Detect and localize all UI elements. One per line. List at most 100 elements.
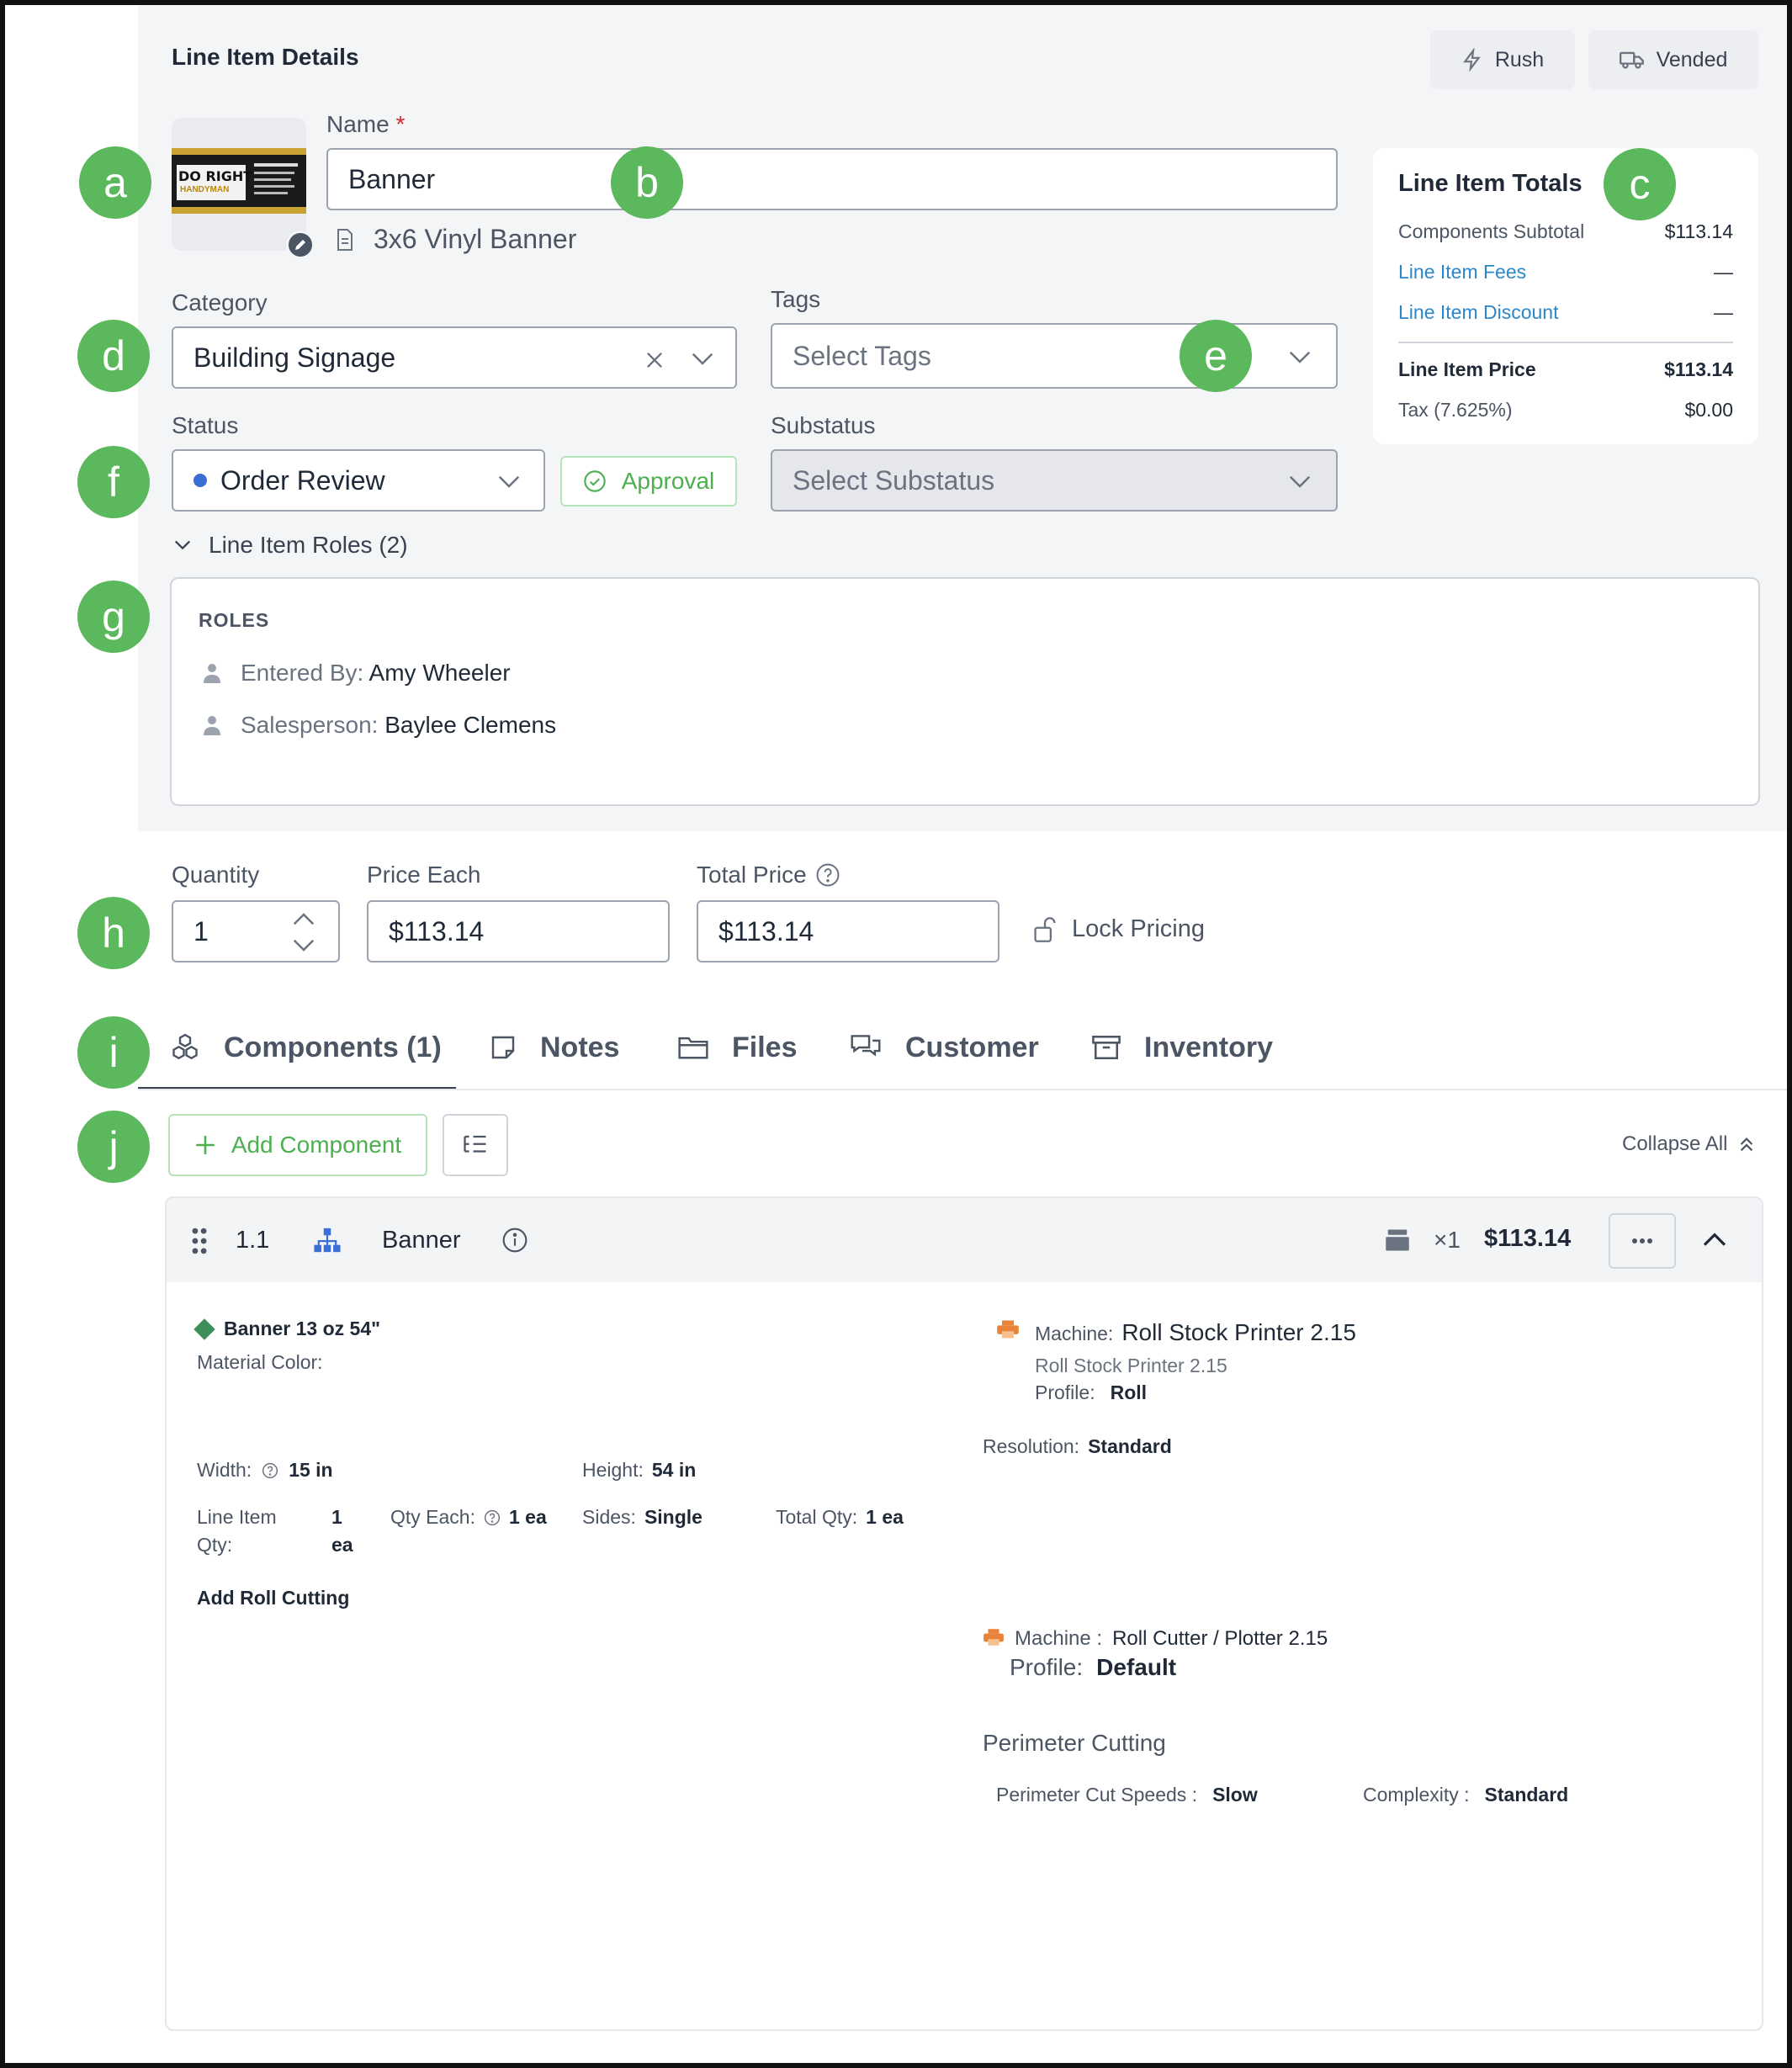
machine-field: Machine: Roll Stock Printer 2.15 xyxy=(1035,1319,1356,1345)
roles-panel: ROLES Entered By: Amy Wheeler Salesperso… xyxy=(170,577,1760,806)
tab-customer[interactable]: Customer xyxy=(850,1025,1039,1070)
printer-icon xyxy=(997,1320,1019,1339)
unlock-icon xyxy=(1034,916,1056,942)
collapse-all-button[interactable]: Collapse All xyxy=(1622,1132,1756,1156)
material-diamond-icon xyxy=(194,1318,215,1340)
annotation-badge-c: c xyxy=(1604,148,1676,220)
chevron-down-icon xyxy=(1289,475,1311,488)
component-more-button[interactable] xyxy=(1609,1213,1676,1269)
hierarchy-icon xyxy=(314,1228,341,1253)
add-component-button[interactable]: Add Component xyxy=(168,1114,427,1176)
approval-button[interactable]: Approval xyxy=(560,456,737,506)
tab-files[interactable]: Files xyxy=(678,1025,797,1070)
category-label: Category xyxy=(172,289,268,316)
chevron-up-icon[interactable] xyxy=(1701,1230,1728,1249)
archive-icon xyxy=(1092,1035,1121,1060)
vended-button[interactable]: Vended xyxy=(1588,30,1758,89)
folder-icon xyxy=(678,1037,708,1059)
total-price-input[interactable]: $113.14 xyxy=(697,900,999,962)
price-each-input[interactable]: $113.14 xyxy=(367,900,670,962)
components-subtotal-row: Components Subtotal $113.14 xyxy=(1398,220,1733,242)
discount-row: Line Item Discount — xyxy=(1398,301,1733,324)
double-chevron-up-icon xyxy=(1741,1137,1753,1152)
banner-thumbnail: DO RIGHT HANDYMAN xyxy=(172,148,306,214)
machine-sub: Roll Stock Printer 2.15 xyxy=(1035,1355,1227,1376)
drag-handle-icon[interactable] xyxy=(190,1227,209,1255)
name-input[interactable]: Banner xyxy=(326,148,1338,210)
truck-icon xyxy=(1619,51,1644,69)
annotation-badge-h: h xyxy=(77,897,150,969)
name-label: Name * xyxy=(326,111,406,137)
component-index: 1.1 xyxy=(236,1227,270,1254)
resolution-field: Resolution: Standard xyxy=(983,1435,1172,1457)
tab-notes[interactable]: Notes xyxy=(490,1025,619,1070)
status-dot xyxy=(194,474,207,487)
role-row-entered-by: Entered By: Amy Wheeler xyxy=(202,660,511,687)
chevron-down-icon xyxy=(692,353,713,365)
chevron-down-icon[interactable] xyxy=(291,937,316,954)
fees-row: Line Item Fees — xyxy=(1398,261,1733,284)
annotation-badge-f: f xyxy=(77,446,150,518)
tags-select[interactable]: Select Tags xyxy=(771,323,1338,389)
info-icon[interactable] xyxy=(501,1227,528,1254)
roles-heading: ROLES xyxy=(199,609,270,631)
cutter-machine-field: Machine : Roll Cutter / Plotter 2.15 xyxy=(1015,1627,1328,1650)
add-roll-cutting-label: Add Roll Cutting xyxy=(197,1587,350,1609)
chevron-up-icon[interactable] xyxy=(291,910,316,927)
document-icon xyxy=(337,228,353,251)
perimeter-speed-field: Perimeter Cut Speeds : Slow xyxy=(996,1784,1258,1806)
help-icon[interactable] xyxy=(815,862,840,888)
component-header[interactable]: 1.1 Banner ×1 $113.14 xyxy=(167,1198,1762,1282)
clear-icon[interactable] xyxy=(643,348,666,372)
line-item-qty-field: Line Item Qty: xyxy=(197,1506,277,1556)
printer-icon xyxy=(983,1629,1004,1646)
roles-toggle[interactable]: Line Item Roles (2) xyxy=(173,532,408,559)
components-icon xyxy=(172,1033,198,1060)
substatus-select[interactable]: Select Substatus xyxy=(771,449,1338,512)
component-price: $113.14 xyxy=(1484,1225,1572,1252)
lock-pricing-toggle[interactable]: Lock Pricing xyxy=(1033,915,1205,943)
tab-inventory[interactable]: Inventory xyxy=(1092,1025,1273,1070)
tax-row: Tax (7.625%) $0.00 xyxy=(1398,399,1733,421)
edit-image-button[interactable] xyxy=(286,231,315,259)
chevron-down-icon xyxy=(1289,351,1311,363)
quantity-stepper[interactable]: 1 xyxy=(172,900,340,962)
more-horizontal-icon xyxy=(1632,1238,1652,1243)
price-each-label: Price Each xyxy=(367,862,481,888)
chevron-down-icon xyxy=(174,540,191,550)
thumbnail-frame[interactable]: DO RIGHT HANDYMAN xyxy=(172,118,315,259)
material-color-label: Material Color: xyxy=(197,1351,323,1373)
category-select[interactable]: Building Signage xyxy=(172,326,737,389)
help-icon[interactable] xyxy=(262,1462,278,1479)
annotation-badge-i: i xyxy=(77,1016,150,1089)
line-item-totals-card: Line Item Totals Components Subtotal $11… xyxy=(1373,148,1758,444)
component-card: 1.1 Banner ×1 $113.14 Banner 13 oz 54" M… xyxy=(165,1196,1763,2031)
annotation-badge-a: a xyxy=(79,146,151,219)
chat-icon xyxy=(851,1035,881,1057)
substatus-label: Substatus xyxy=(771,412,876,438)
total-qty-field: Total Qty: 1 ea xyxy=(776,1506,904,1528)
help-icon[interactable] xyxy=(484,1509,501,1526)
machine-profile-field: Profile: Roll xyxy=(1035,1381,1148,1403)
annotation-badge-g: g xyxy=(77,581,150,653)
cutter-profile-field: Profile: Default xyxy=(1010,1654,1177,1680)
tree-list-icon xyxy=(464,1135,486,1153)
total-price-label: Total Price xyxy=(697,862,840,888)
sides-field: Sides: Single xyxy=(582,1506,702,1528)
plus-icon xyxy=(195,1136,215,1154)
inventory-stack-icon xyxy=(1386,1229,1409,1251)
product-link[interactable]: 3x6 Vinyl Banner xyxy=(337,224,576,255)
annotation-badge-d: d xyxy=(77,320,150,392)
section-title: Line Item Details xyxy=(172,44,359,70)
discount-link[interactable]: Line Item Discount xyxy=(1398,301,1558,324)
rush-button[interactable]: Rush xyxy=(1430,30,1575,89)
width-field: Width: 15 in xyxy=(197,1459,333,1481)
annotation-badge-b: b xyxy=(611,146,683,219)
user-icon xyxy=(204,716,220,735)
tree-view-button[interactable] xyxy=(443,1114,508,1176)
note-icon xyxy=(491,1036,515,1059)
annotation-badge-j: j xyxy=(77,1111,150,1183)
tab-components[interactable]: Components (1) xyxy=(170,1025,442,1070)
status-select[interactable]: Order Review xyxy=(172,449,545,512)
fees-link[interactable]: Line Item Fees xyxy=(1398,261,1526,284)
